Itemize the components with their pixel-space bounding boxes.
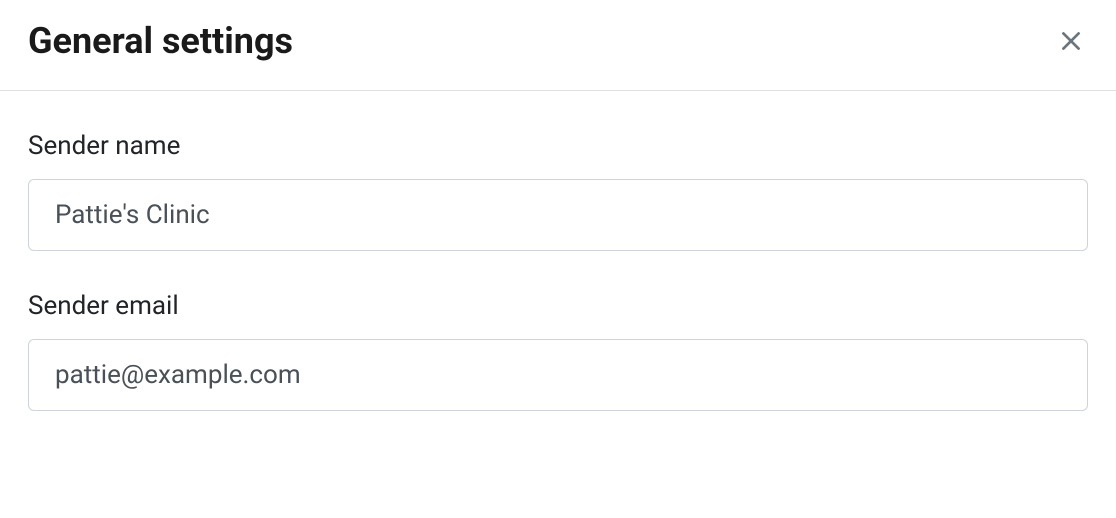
close-button[interactable] <box>1054 24 1088 58</box>
sender-email-label: Sender email <box>28 291 1088 321</box>
sender-name-label: Sender name <box>28 131 1088 161</box>
settings-form: Sender name Sender email <box>0 91 1116 411</box>
sender-name-group: Sender name <box>28 131 1088 251</box>
sender-name-input[interactable] <box>28 179 1088 251</box>
sender-email-input[interactable] <box>28 339 1088 411</box>
close-icon <box>1058 28 1084 54</box>
settings-header: General settings <box>0 0 1116 91</box>
sender-email-group: Sender email <box>28 291 1088 411</box>
page-title: General settings <box>28 20 293 62</box>
